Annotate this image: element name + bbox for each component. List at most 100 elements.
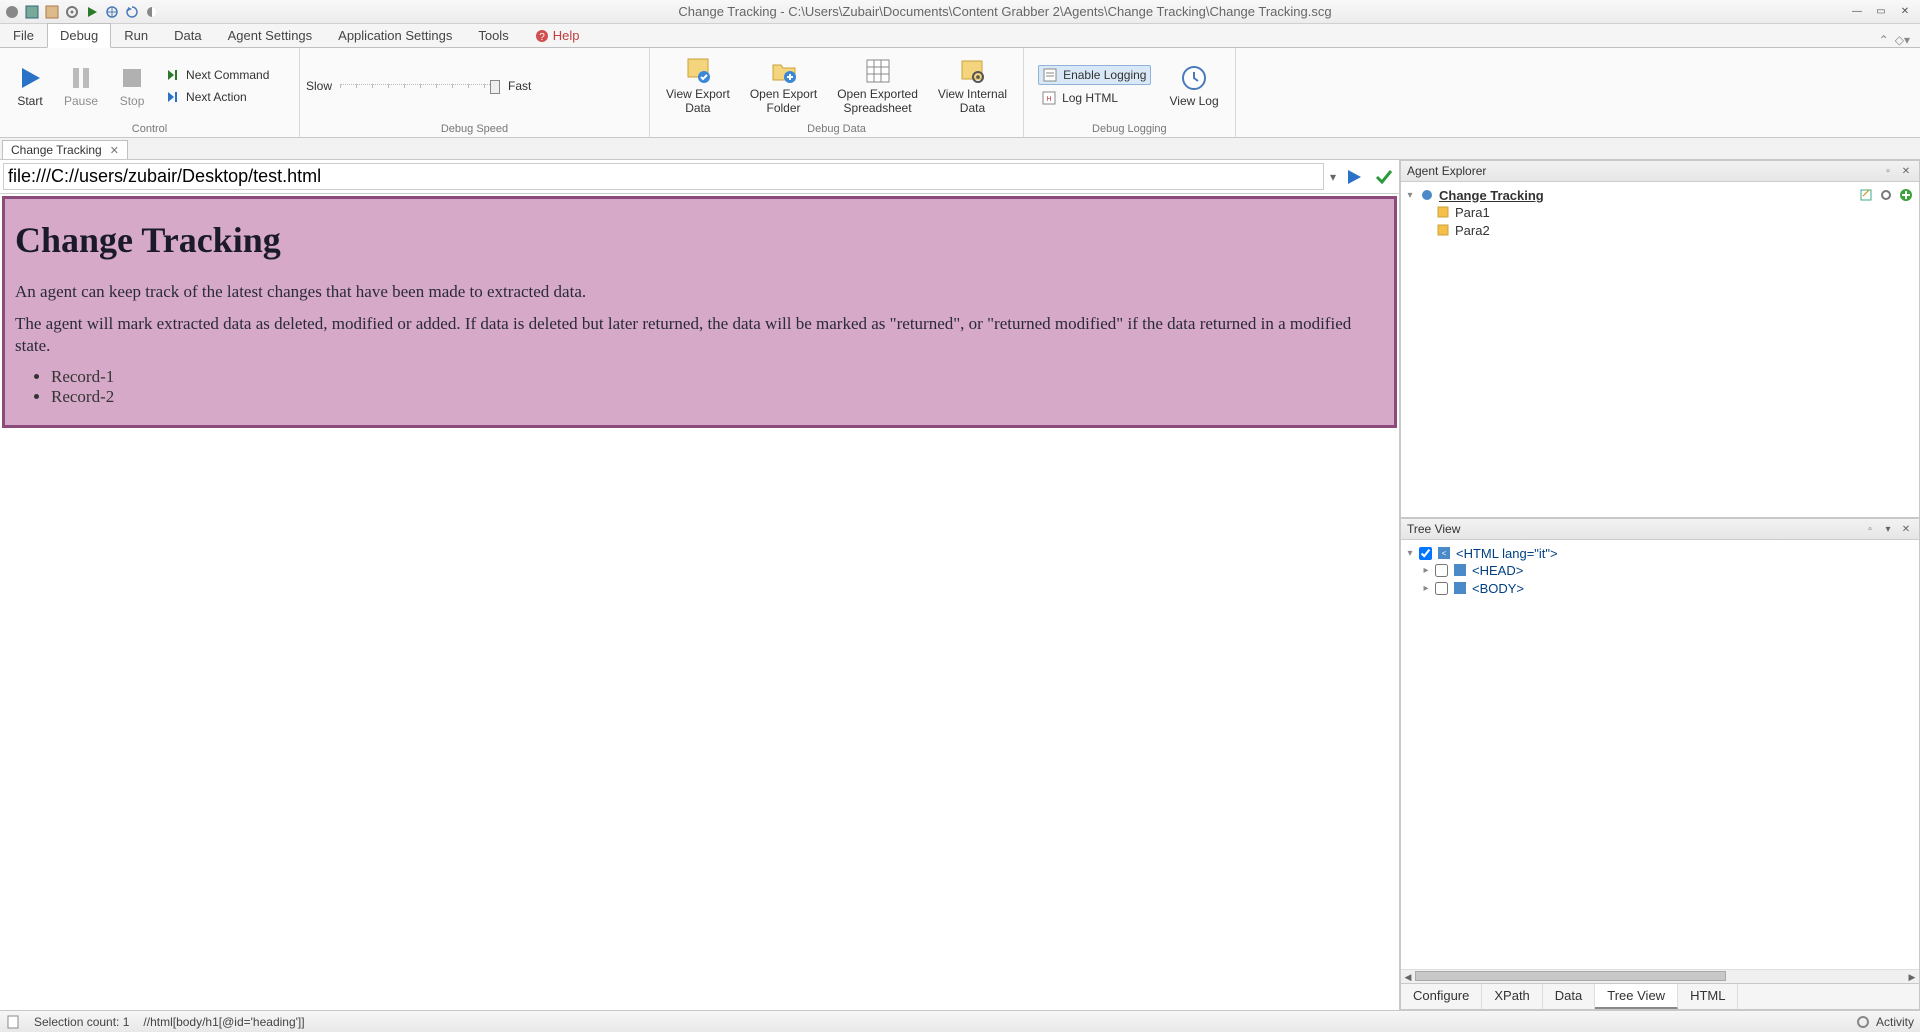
tab-tools[interactable]: Tools xyxy=(465,23,521,47)
browser-content[interactable]: Change Tracking An agent can keep track … xyxy=(0,194,1399,1010)
view-log-icon xyxy=(1180,64,1208,92)
list-item: Record-1 xyxy=(51,367,1384,387)
activity-label[interactable]: Activity xyxy=(1876,1015,1914,1029)
agent-node[interactable]: Para2 xyxy=(1455,223,1490,238)
status-xpath: //html[body/h1[@id='heading']] xyxy=(143,1015,304,1029)
globe-icon[interactable] xyxy=(104,4,120,20)
start-button[interactable]: Start xyxy=(6,62,54,110)
tab-xpath[interactable]: XPath xyxy=(1482,984,1542,1009)
contrast-icon[interactable] xyxy=(144,4,160,20)
go-button[interactable] xyxy=(1342,165,1366,189)
html-icon: H xyxy=(1042,91,1056,105)
agent-tree[interactable]: ▾ Change Tracking xyxy=(1401,182,1919,517)
save-icon[interactable] xyxy=(24,4,40,20)
body-node[interactable]: <BODY> xyxy=(1472,581,1524,596)
view-log-button[interactable]: View Log xyxy=(1159,62,1228,110)
collapse-icon[interactable]: ▾ xyxy=(1405,548,1415,559)
panel-close-icon[interactable]: ✕ xyxy=(1899,164,1913,178)
ribbon-group-speed: Slow Fast Debug Speed xyxy=(300,48,650,137)
save-as-icon[interactable] xyxy=(44,4,60,20)
panel-title: Tree View xyxy=(1407,522,1460,536)
dom-tree[interactable]: ▾ < <HTML lang="it"> ▸ <HEAD> xyxy=(1401,540,1919,969)
panel-menu-icon[interactable]: ▾ xyxy=(1881,522,1895,536)
maximize-button[interactable]: ▭ xyxy=(1870,4,1892,20)
tab-data-bottom[interactable]: Data xyxy=(1543,984,1595,1009)
node-checkbox[interactable] xyxy=(1435,564,1448,577)
html-root-node[interactable]: <HTML lang="it"> xyxy=(1456,546,1558,561)
close-button[interactable]: ✕ xyxy=(1894,4,1916,20)
enable-logging-toggle[interactable]: Enable Logging xyxy=(1038,65,1151,85)
next-action-label: Next Action xyxy=(186,90,247,104)
expand-icon[interactable]: ▸ xyxy=(1421,583,1431,594)
next-action-button[interactable]: Next Action xyxy=(162,88,273,106)
node-checkbox[interactable] xyxy=(1419,547,1432,560)
scroll-left-icon[interactable]: ◀ xyxy=(1401,970,1415,984)
edit-node-icon[interactable] xyxy=(1857,187,1875,203)
refresh-icon[interactable] xyxy=(124,4,140,20)
quick-access-toolbar xyxy=(0,4,164,20)
group-label-speed: Debug Speed xyxy=(300,123,649,137)
view-export-data-button[interactable]: View Export Data xyxy=(656,55,740,117)
play-icon[interactable] xyxy=(84,4,100,20)
pause-button[interactable]: Pause xyxy=(54,62,108,110)
log-html-toggle[interactable]: H Log HTML xyxy=(1038,89,1151,107)
tab-html[interactable]: HTML xyxy=(1678,984,1738,1009)
spreadsheet-icon xyxy=(864,57,892,85)
play-icon xyxy=(16,64,44,92)
page-paragraph-2: The agent will mark extracted data as de… xyxy=(15,313,1384,357)
open-spreadsheet-button[interactable]: Open Exported Spreadsheet xyxy=(827,55,928,117)
url-input[interactable] xyxy=(3,163,1324,190)
url-dropdown-icon[interactable]: ▾ xyxy=(1330,170,1336,184)
group-label-control: Control xyxy=(0,123,299,137)
collapse-ribbon-icon[interactable]: ⌃ xyxy=(1879,33,1889,47)
open-sheet-label: Open Exported Spreadsheet xyxy=(837,87,918,115)
folder-icon xyxy=(770,57,798,85)
tab-configure[interactable]: Configure xyxy=(1401,984,1482,1009)
tab-application-settings[interactable]: Application Settings xyxy=(325,23,465,47)
step-icon xyxy=(166,68,180,82)
next-command-button[interactable]: Next Command xyxy=(162,66,273,84)
tab-debug[interactable]: Debug xyxy=(47,23,111,48)
group-label-data: Debug Data xyxy=(650,123,1023,137)
panel-restore-icon[interactable]: ▫ xyxy=(1881,164,1895,178)
speed-slider[interactable] xyxy=(340,84,500,88)
stop-icon xyxy=(118,64,146,92)
tab-agent-settings[interactable]: Agent Settings xyxy=(215,23,326,47)
tab-data[interactable]: Data xyxy=(161,23,214,47)
tab-help[interactable]: ? Help xyxy=(522,23,593,47)
menu-tabs: File Debug Run Data Agent Settings Appli… xyxy=(0,24,1920,48)
agent-root-node[interactable]: Change Tracking xyxy=(1439,188,1544,203)
tree-hscroll[interactable]: ◀ ▶ xyxy=(1401,969,1919,983)
agent-node[interactable]: Para1 xyxy=(1455,205,1490,220)
tab-treeview[interactable]: Tree View xyxy=(1595,984,1678,1009)
pause-label: Pause xyxy=(64,94,98,108)
slider-thumb[interactable] xyxy=(490,80,500,94)
scroll-right-icon[interactable]: ▶ xyxy=(1905,970,1919,984)
head-node[interactable]: <HEAD> xyxy=(1472,563,1523,578)
step-into-icon xyxy=(166,90,180,104)
close-tab-icon[interactable]: ✕ xyxy=(110,144,119,157)
confirm-button[interactable] xyxy=(1372,165,1396,189)
view-internal-data-button[interactable]: View Internal Data xyxy=(928,55,1017,117)
window-buttons: — ▭ ✕ xyxy=(1846,4,1920,20)
expand-icon[interactable]: ▸ xyxy=(1421,565,1431,576)
style-dropdown-icon[interactable]: ◇▾ xyxy=(1895,33,1910,47)
scroll-thumb[interactable] xyxy=(1415,971,1726,981)
tab-run[interactable]: Run xyxy=(111,23,161,47)
highlighted-region[interactable]: Change Tracking An agent can keep track … xyxy=(2,196,1397,428)
panel-restore-icon[interactable]: ▫ xyxy=(1863,522,1877,536)
settings-icon[interactable] xyxy=(64,4,80,20)
stop-button[interactable]: Stop xyxy=(108,62,156,110)
slow-label: Slow xyxy=(306,79,332,93)
panel-close-icon[interactable]: ✕ xyxy=(1899,522,1913,536)
minimize-button[interactable]: — xyxy=(1846,4,1868,20)
open-export-folder-button[interactable]: Open Export Folder xyxy=(740,55,827,117)
expand-icon[interactable]: ▾ xyxy=(1405,190,1415,201)
tab-file[interactable]: File xyxy=(0,23,47,47)
node-settings-icon[interactable] xyxy=(1877,187,1895,203)
doc-tab[interactable]: Change Tracking ✕ xyxy=(2,140,128,159)
add-node-icon[interactable] xyxy=(1897,187,1915,203)
group-label-logging: Debug Logging xyxy=(1024,123,1235,137)
selection-count: Selection count: 1 xyxy=(34,1015,129,1029)
node-checkbox[interactable] xyxy=(1435,582,1448,595)
